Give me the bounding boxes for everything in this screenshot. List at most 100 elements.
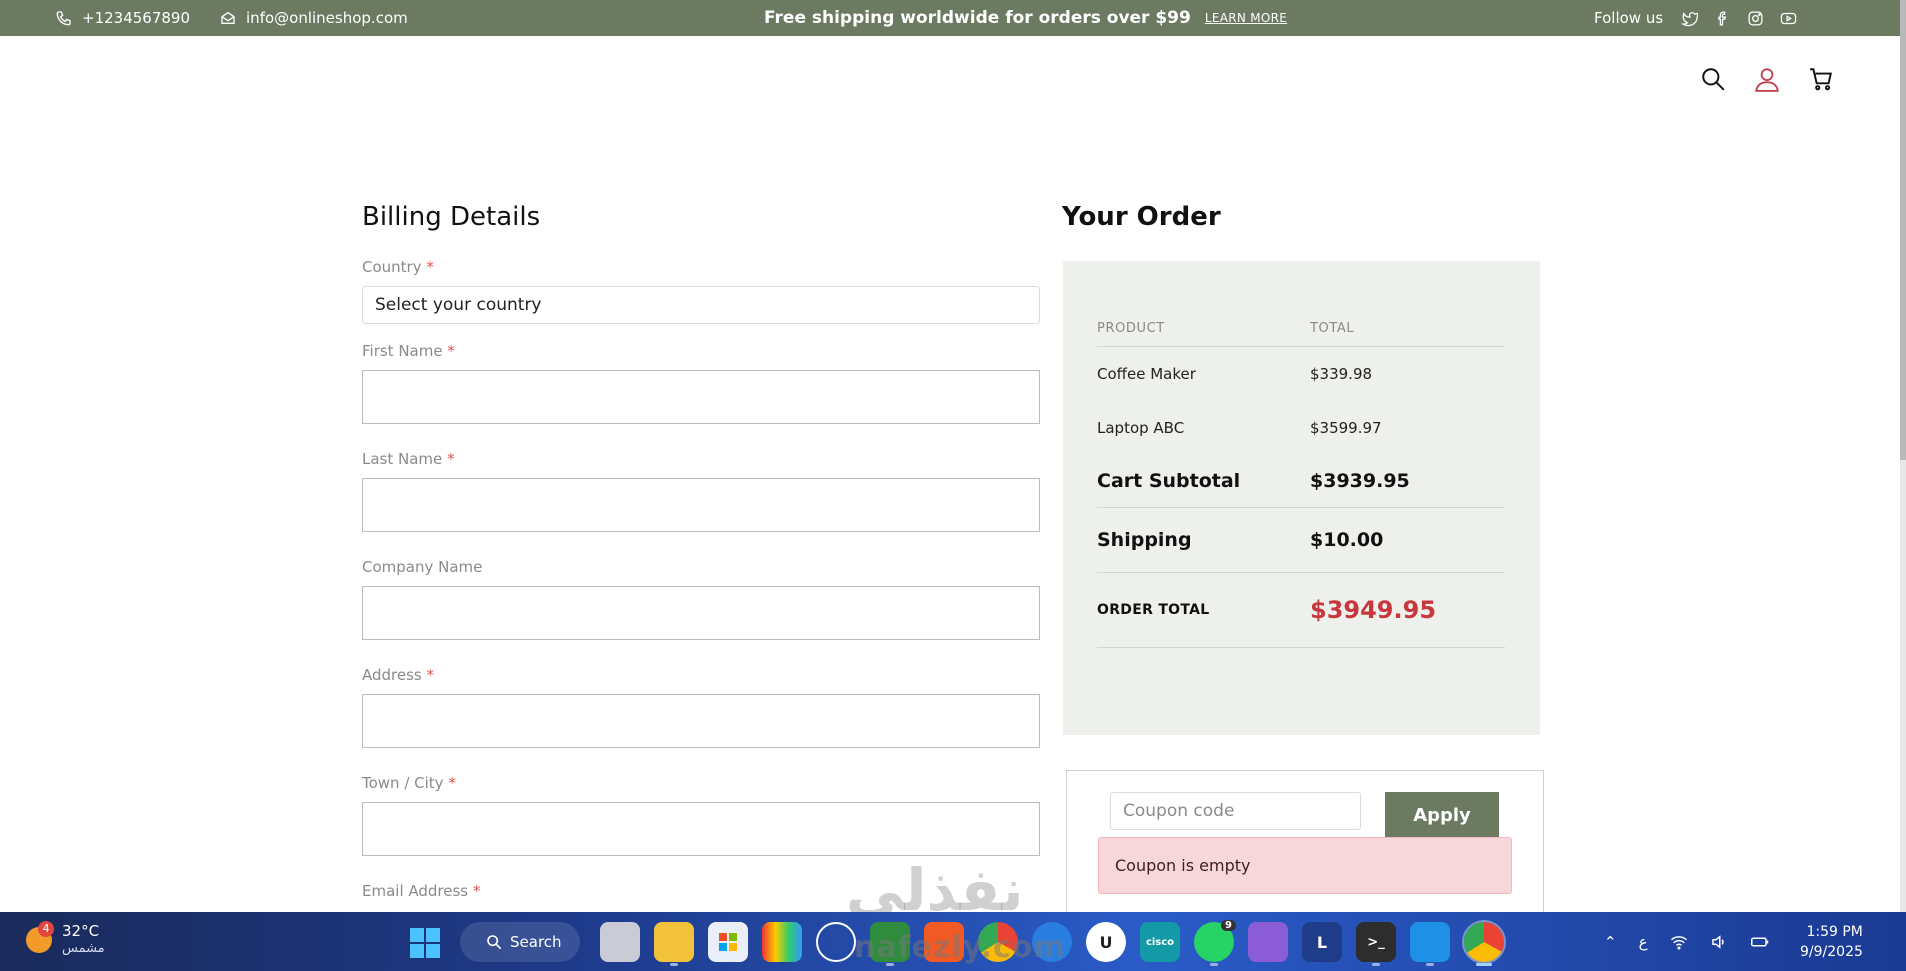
clock-date: 9/9/2025 [1800,944,1863,960]
weather-badge: 4 [38,921,54,937]
colorful-app-icon[interactable] [762,922,802,962]
order-item-row: Coffee Maker $339.98 [1097,347,1505,401]
shipping-label: Shipping [1097,529,1192,551]
learn-more-link[interactable]: LEARN MORE [1205,11,1287,25]
cisco-icon[interactable]: cisco [1140,922,1180,962]
last-name-input[interactable] [362,478,1040,532]
order-total-value: $3949.95 [1310,596,1437,624]
phone-contact[interactable]: +1234567890 [56,9,190,27]
address-input[interactable] [362,694,1040,748]
battery-icon[interactable] [1750,933,1770,951]
product-column-header: PRODUCT [1097,321,1165,336]
header-actions [1700,66,1834,92]
shipping-row: Shipping $10.00 [1097,508,1505,573]
chevron-up-icon[interactable]: ⌃ [1604,933,1617,951]
user-icon[interactable] [1754,66,1780,92]
order-title: Your Order [1062,202,1221,232]
order-total-label: ORDER TOTAL [1097,602,1210,618]
chrome-active-icon[interactable] [1462,920,1506,966]
vscode-icon[interactable] [1410,922,1450,966]
shipping-value: $10.00 [1310,529,1384,551]
windows-start-icon[interactable] [410,928,440,958]
l-app-icon[interactable]: L [1302,922,1342,962]
billing-details-form: Billing Details Country * Select your co… [362,202,1040,900]
system-clock[interactable]: 1:59 PM 9/9/2025 [1800,922,1863,962]
address-label: Address * [362,666,435,684]
address-field: Address * [362,666,1040,748]
task-view-icon[interactable] [600,922,640,962]
search-icon[interactable] [1700,66,1726,92]
item-total: $339.98 [1310,365,1373,383]
scrollbar-thumb[interactable] [1900,0,1906,460]
company-name-label: Company Name [362,558,483,576]
mail-icon [221,11,235,24]
watermark-latin: nafezly.com [854,930,1066,965]
clock-time: 1:59 PM [1806,924,1863,940]
file-explorer-icon[interactable] [654,922,694,966]
item-name: Coffee Maker [1097,365,1196,383]
store-icon[interactable] [708,922,748,962]
first-name-label: First Name * [362,342,455,360]
phone-icon [56,11,71,26]
shipping-message: Free shipping worldwide for orders over … [764,8,1191,28]
item-total: $3599.97 [1310,419,1382,437]
email-contact[interactable]: info@onlineshop.com [220,9,408,27]
wifi-icon[interactable] [1670,933,1688,951]
follow-us-label: Follow us [1594,9,1664,27]
whatsapp-badge: 9 [1221,920,1236,931]
city-label: Town / City * [362,774,456,792]
item-name: Laptop ABC [1097,419,1185,437]
sun-icon: 4 [26,921,54,953]
visual-studio-icon[interactable] [1248,922,1288,962]
contact-info: +1234567890 info@onlineshop.com [56,0,408,36]
instagram-icon[interactable] [1747,10,1764,27]
coupon-code-input[interactable] [1110,792,1361,830]
required-mark: * [448,774,456,792]
company-name-field: Company Name [362,558,1040,640]
whatsapp-icon[interactable]: 9 [1194,920,1236,966]
input-language[interactable]: ع [1639,933,1648,951]
country-label: Country * [362,258,434,276]
company-name-input[interactable] [362,586,1040,640]
weather-condition: مشمس [62,941,105,956]
youtube-icon[interactable] [1780,10,1797,27]
twitter-icon[interactable] [1681,10,1699,27]
order-total-row: ORDER TOTAL $3949.95 [1097,573,1505,648]
shipping-announcement: Free shipping worldwide for orders over … [764,0,1287,36]
order-table: PRODUCT TOTAL Coffee Maker $339.98 Lapto… [1097,311,1505,648]
order-item-row: Laptop ABC $3599.97 [1097,401,1505,455]
required-mark: * [426,258,434,276]
billing-title: Billing Details [362,202,541,232]
search-icon [487,935,502,950]
social-links: Follow us [1594,0,1797,36]
country-select[interactable]: Select your country [362,286,1040,324]
city-input[interactable] [362,802,1040,856]
volume-icon[interactable] [1710,933,1728,951]
required-mark: * [426,666,435,684]
first-name-input[interactable] [362,370,1040,424]
subtotal-value: $3939.95 [1310,470,1410,492]
city-field: Town / City * [362,774,1040,856]
last-name-field: Last Name * [362,450,1040,532]
facebook-icon[interactable] [1714,10,1731,27]
taskbar-search[interactable]: Search [460,922,580,962]
apply-coupon-button[interactable]: Apply [1385,792,1499,838]
required-mark: * [447,450,455,468]
coupon-error-alert: Coupon is empty [1098,837,1512,894]
chatgpt-icon[interactable] [816,922,856,962]
country-field: Country * Select your country [362,258,1040,324]
top-announcement-bar: +1234567890 info@onlineshop.com Free shi… [0,0,1900,36]
total-column-header: TOTAL [1310,321,1355,336]
page-scrollbar[interactable] [1900,0,1906,912]
terminal-icon[interactable]: >_ [1356,922,1396,966]
cart-icon[interactable] [1808,66,1834,92]
weather-widget[interactable]: 4 32°C مشمس [26,921,105,958]
search-label: Search [510,933,562,951]
cart-subtotal-row: Cart Subtotal $3939.95 [1097,455,1505,508]
first-name-field: First Name * [362,342,1040,424]
required-mark: * [472,882,481,900]
phone-number: +1234567890 [82,9,191,27]
u-app-icon[interactable]: U [1086,922,1126,962]
system-tray: ⌃ ع [1604,912,1770,971]
email-address: info@onlineshop.com [246,9,408,27]
